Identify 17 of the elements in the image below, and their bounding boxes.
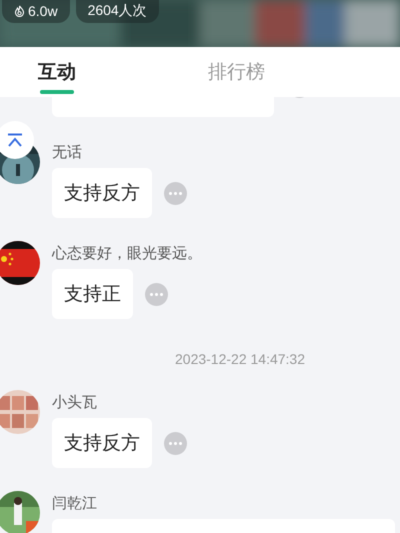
more-icon[interactable] <box>164 432 187 454</box>
caret-up-icon <box>7 133 23 147</box>
message-bubble: 支持反方 <box>52 168 152 218</box>
stat-badge: 2604人次 <box>76 0 159 23</box>
flame-icon <box>14 5 25 17</box>
stat-badge: 6.0w <box>2 0 70 23</box>
user-name: 无话 <box>52 142 82 162</box>
user-name: 心态要好，眼光要远。 <box>52 243 202 263</box>
message-bubble: 支持正 <box>52 269 133 319</box>
more-icon[interactable] <box>164 182 187 204</box>
user-name: 小头瓦 <box>52 392 97 412</box>
message-bubble: 支持反方 <box>52 418 152 468</box>
user-name: 闫乾江 <box>52 493 97 513</box>
tab[interactable]: 互动 <box>38 47 76 97</box>
more-icon[interactable] <box>145 282 168 306</box>
timestamp: 2023-12-22 14:47:32 <box>175 351 305 367</box>
scroll-top-button[interactable] <box>0 121 34 159</box>
